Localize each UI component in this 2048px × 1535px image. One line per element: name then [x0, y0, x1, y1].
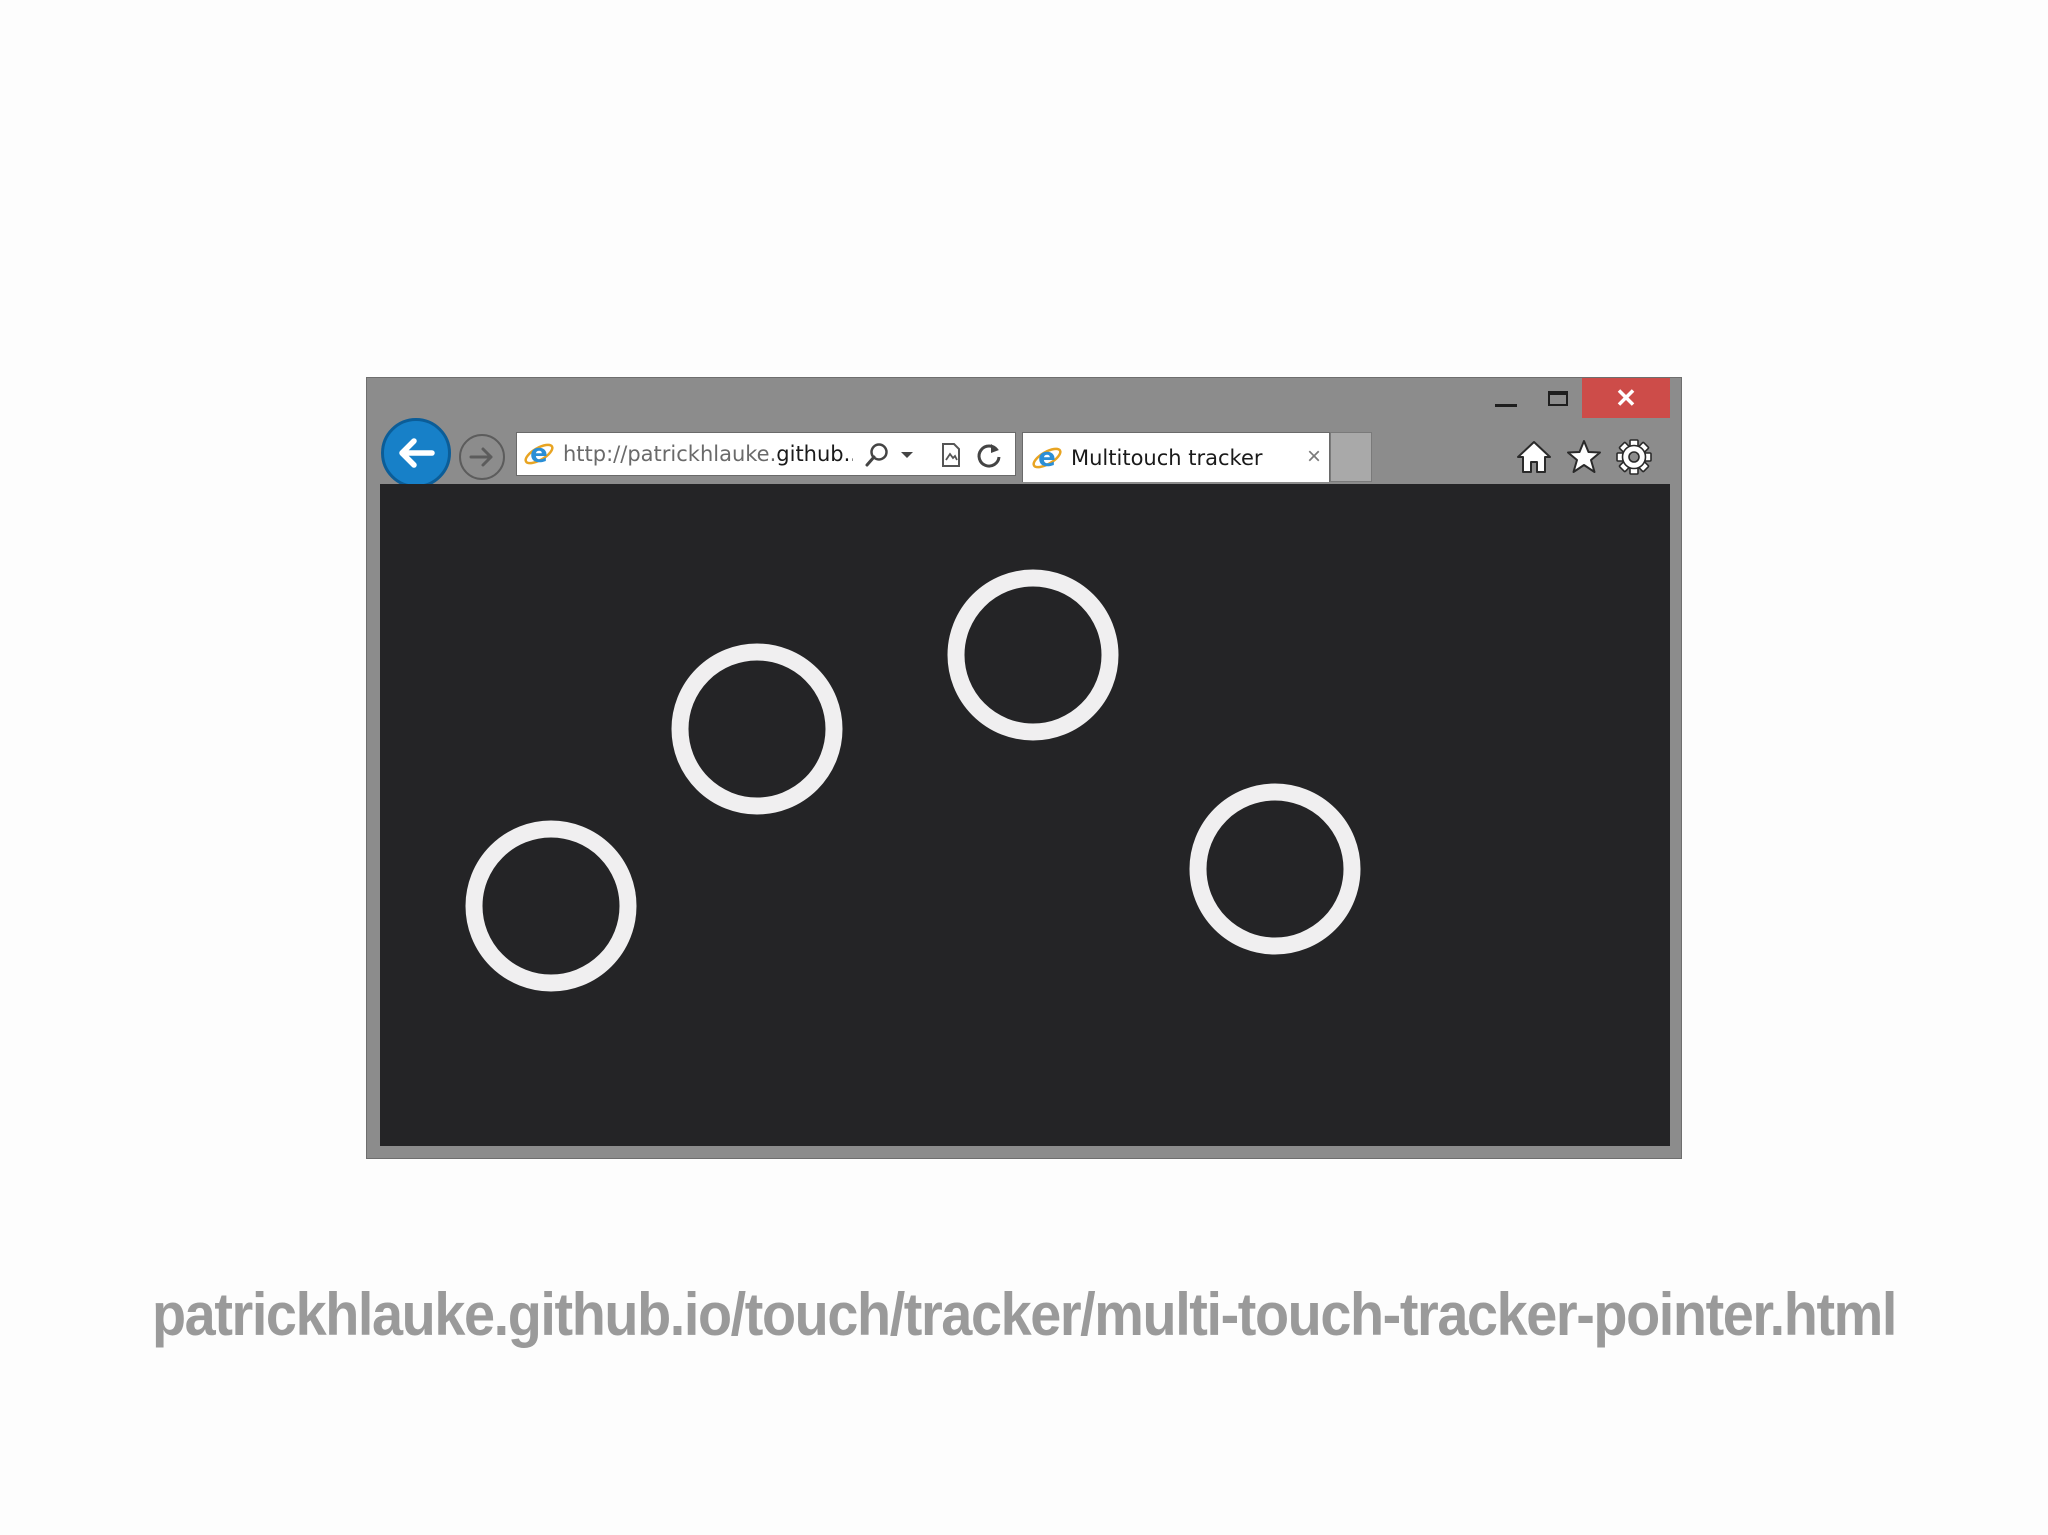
browser-window: ✕ e http://patrickhlauke.github...	[366, 377, 1682, 1159]
touch-point-ring	[1189, 783, 1361, 955]
new-tab-button[interactable]	[1330, 432, 1372, 482]
url-caption: patrickhlauke.github.io/touch/tracker/mu…	[151, 1281, 1897, 1348]
forward-arrow-icon	[469, 447, 493, 467]
search-icon	[865, 443, 888, 467]
close-window-button[interactable]: ✕	[1582, 378, 1670, 418]
touch-point-ring	[465, 820, 637, 992]
url-prefix: http://patrickhlauke.	[563, 442, 777, 466]
tab-title: Multitouch tracker	[1071, 445, 1263, 470]
favorites-button[interactable]	[1563, 436, 1605, 478]
maximize-icon	[1548, 390, 1568, 406]
touch-point-ring	[947, 569, 1119, 741]
back-button[interactable]	[381, 418, 451, 488]
slide: ✕ e http://patrickhlauke.github...	[0, 0, 2048, 1535]
gear-icon	[1616, 439, 1652, 475]
home-button[interactable]	[1513, 436, 1555, 478]
minimize-icon	[1495, 403, 1517, 407]
url-host: github...	[776, 442, 853, 466]
tab-multitouch-tracker[interactable]: e Multitouch tracker ×	[1022, 432, 1330, 482]
settings-button[interactable]	[1613, 436, 1655, 478]
dropdown-button[interactable]	[897, 441, 917, 469]
ie-logo-icon: e	[524, 439, 554, 469]
forward-button[interactable]	[459, 434, 505, 480]
compat-view-button[interactable]	[937, 441, 965, 469]
maximize-button[interactable]	[1533, 378, 1583, 418]
dropdown-icon	[901, 452, 913, 458]
url-text[interactable]: http://patrickhlauke.github...	[563, 442, 853, 466]
refresh-icon	[977, 444, 1001, 468]
ie-logo-icon: e	[1032, 443, 1062, 473]
refresh-button[interactable]	[972, 441, 1006, 469]
page-canvas[interactable]	[380, 484, 1670, 1146]
minimize-button[interactable]	[1481, 378, 1531, 418]
close-icon: ✕	[1615, 382, 1637, 413]
back-arrow-icon	[399, 438, 435, 468]
search-button[interactable]	[862, 441, 892, 469]
svg-text:e: e	[530, 439, 548, 469]
tab-close-icon[interactable]: ×	[1307, 445, 1321, 469]
star-icon	[1567, 440, 1601, 473]
touch-tracker-canvas[interactable]	[380, 484, 1670, 1146]
home-icon	[1517, 441, 1551, 473]
address-bar[interactable]: e http://patrickhlauke.github...	[516, 432, 1016, 476]
touch-point-ring	[671, 643, 843, 815]
compat-view-icon	[942, 443, 960, 467]
svg-text:e: e	[1038, 443, 1056, 473]
